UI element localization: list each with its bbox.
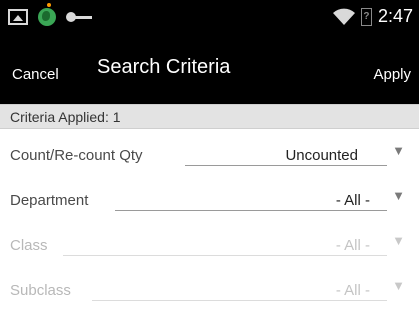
wifi-icon <box>332 8 355 26</box>
department-label: Department <box>10 192 89 209</box>
chevron-down-icon[interactable]: ▼ <box>392 143 405 158</box>
count-recount-qty-underline <box>185 165 387 166</box>
status-bar-notifications <box>8 3 92 26</box>
page-title: Search Criteria <box>97 56 231 78</box>
action-bar: Cancel Search Criteria Apply <box>0 36 419 104</box>
class-label: Class <box>10 237 48 254</box>
department-select[interactable]: Department - All - ▼ <box>0 174 419 219</box>
apply-button[interactable]: Apply <box>373 66 411 83</box>
class-value[interactable]: - All - <box>336 237 370 254</box>
subclass-label: Subclass <box>10 282 71 299</box>
image-icon <box>8 9 28 25</box>
chevron-down-icon[interactable]: ▼ <box>392 278 405 293</box>
department-underline <box>115 210 387 211</box>
count-recount-qty-select[interactable]: Count/Re-count Qty Uncounted ▼ <box>0 129 419 174</box>
cancel-button[interactable]: Cancel <box>12 66 59 83</box>
key-icon <box>66 12 92 22</box>
chevron-down-icon[interactable]: ▼ <box>392 188 405 203</box>
criteria-applied-count: Criteria Applied: 1 <box>10 109 121 125</box>
class-underline <box>63 255 387 256</box>
subclass-value[interactable]: - All - <box>336 282 370 299</box>
count-recount-qty-label: Count/Re-count Qty <box>10 147 143 164</box>
count-recount-qty-value[interactable]: Uncounted <box>285 147 358 164</box>
status-bar: ? 2:47 <box>0 0 419 36</box>
status-bar-system: ? 2:47 <box>332 6 413 27</box>
class-select[interactable]: Class - All - ▼ <box>0 219 419 264</box>
battery-unknown-icon: ? <box>360 7 372 26</box>
chevron-down-icon[interactable]: ▼ <box>392 233 405 248</box>
department-value[interactable]: - All - <box>336 192 370 209</box>
globe-notification-icon <box>38 3 56 26</box>
status-clock: 2:47 <box>377 6 413 26</box>
subclass-select[interactable]: Subclass - All - ▼ <box>0 264 419 309</box>
criteria-applied-bar: Criteria Applied: 1 <box>0 104 419 129</box>
subclass-underline <box>92 300 387 301</box>
